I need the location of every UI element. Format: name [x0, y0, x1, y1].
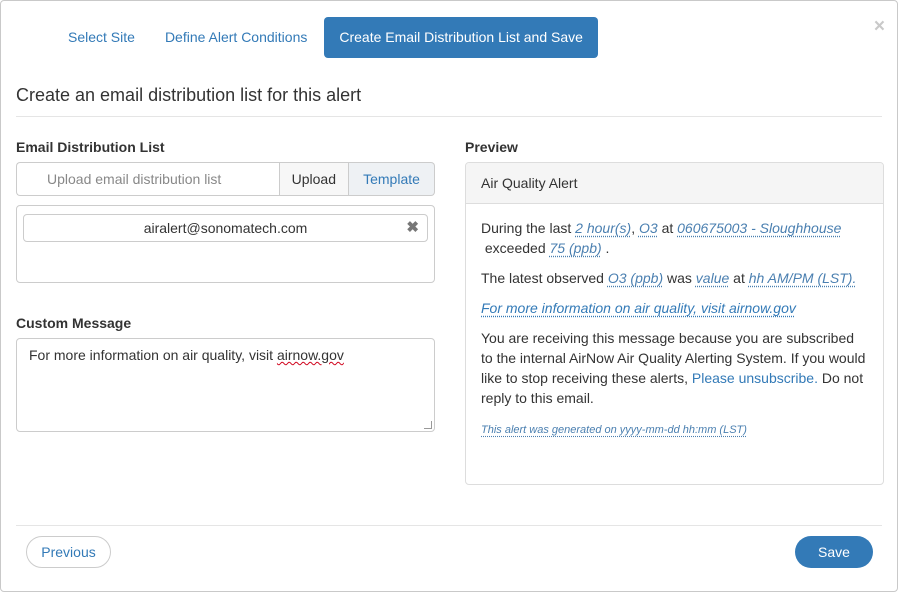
token-site: 060675003 - Sloughhouse — [677, 220, 842, 236]
token-time: hh AM/PM (LST). — [748, 270, 857, 286]
upload-button[interactable]: Upload — [278, 162, 349, 196]
wizard-tabs: Select Site Define Alert Conditions Crea… — [53, 17, 598, 58]
email-chip: airalert@sonomatech.com ✖ — [23, 214, 428, 242]
preview-panel: Air Quality Alert During the last 2 hour… — [465, 162, 884, 485]
unsubscribe-link[interactable]: Please unsubscribe. — [692, 370, 818, 386]
token-pollutant-unit: O3 (ppb) — [607, 270, 664, 286]
email-list-label: Email Distribution List — [16, 139, 165, 155]
preview-text: at — [661, 220, 674, 236]
preview-paragraph-subscription: You are receiving this message because y… — [481, 328, 868, 408]
tab-create-email-list[interactable]: Create Email Distribution List and Save — [324, 17, 598, 58]
preview-text: . — [605, 240, 610, 256]
token-hours: 2 hour(s) — [575, 220, 632, 236]
preview-text: , — [631, 220, 636, 236]
token-pollutant: O3 — [638, 220, 658, 236]
email-address: airalert@sonomatech.com — [143, 220, 308, 236]
upload-group: Upload email distribution list Upload Te… — [16, 162, 435, 196]
preview-label: Preview — [465, 139, 518, 155]
tab-define-alert-conditions[interactable]: Define Alert Conditions — [150, 17, 322, 58]
preview-paragraph-conditions: During the last 2 hour(s), O3 at 0606750… — [481, 218, 868, 258]
close-icon[interactable]: × — [874, 17, 885, 36]
save-button[interactable]: Save — [795, 536, 873, 568]
custom-message-link-text: airnow.gov — [276, 347, 344, 363]
page-title: Create an email distribution list for th… — [16, 85, 882, 117]
resize-handle[interactable] — [424, 421, 432, 429]
footer-divider — [16, 525, 882, 526]
token-value: value — [695, 270, 730, 286]
template-button[interactable]: Template — [349, 162, 435, 196]
upload-file-input[interactable]: Upload email distribution list — [16, 162, 279, 196]
remove-email-icon[interactable]: ✖ — [406, 215, 419, 241]
generated-timestamp: This alert was generated on yyyy-mm-dd h… — [481, 424, 747, 436]
email-list-box[interactable]: airalert@sonomatech.com ✖ — [16, 205, 435, 283]
tab-select-site[interactable]: Select Site — [53, 17, 150, 58]
preview-text: at — [733, 270, 745, 286]
custom-message-label: Custom Message — [16, 315, 132, 331]
token-threshold: 75 (ppb) — [549, 240, 602, 256]
alert-wizard-modal: × Select Site Define Alert Conditions Cr… — [0, 0, 898, 592]
more-info-link[interactable]: For more information on air quality, vis… — [481, 300, 796, 316]
custom-message-text: For more information on air quality, vis… — [29, 347, 277, 363]
custom-message-textarea[interactable]: For more information on air quality, vis… — [16, 338, 435, 432]
preview-panel-title: Air Quality Alert — [466, 163, 883, 204]
preview-paragraph-latest: The latest observed O3 (ppb) was value a… — [481, 268, 868, 288]
preview-text: The latest observed — [481, 270, 604, 286]
preview-text: During the last — [481, 220, 572, 236]
previous-button[interactable]: Previous — [26, 536, 111, 568]
preview-body: During the last 2 hour(s), O3 at 0606750… — [466, 204, 883, 440]
preview-text: was — [667, 270, 692, 286]
preview-text: exceeded — [484, 240, 546, 256]
